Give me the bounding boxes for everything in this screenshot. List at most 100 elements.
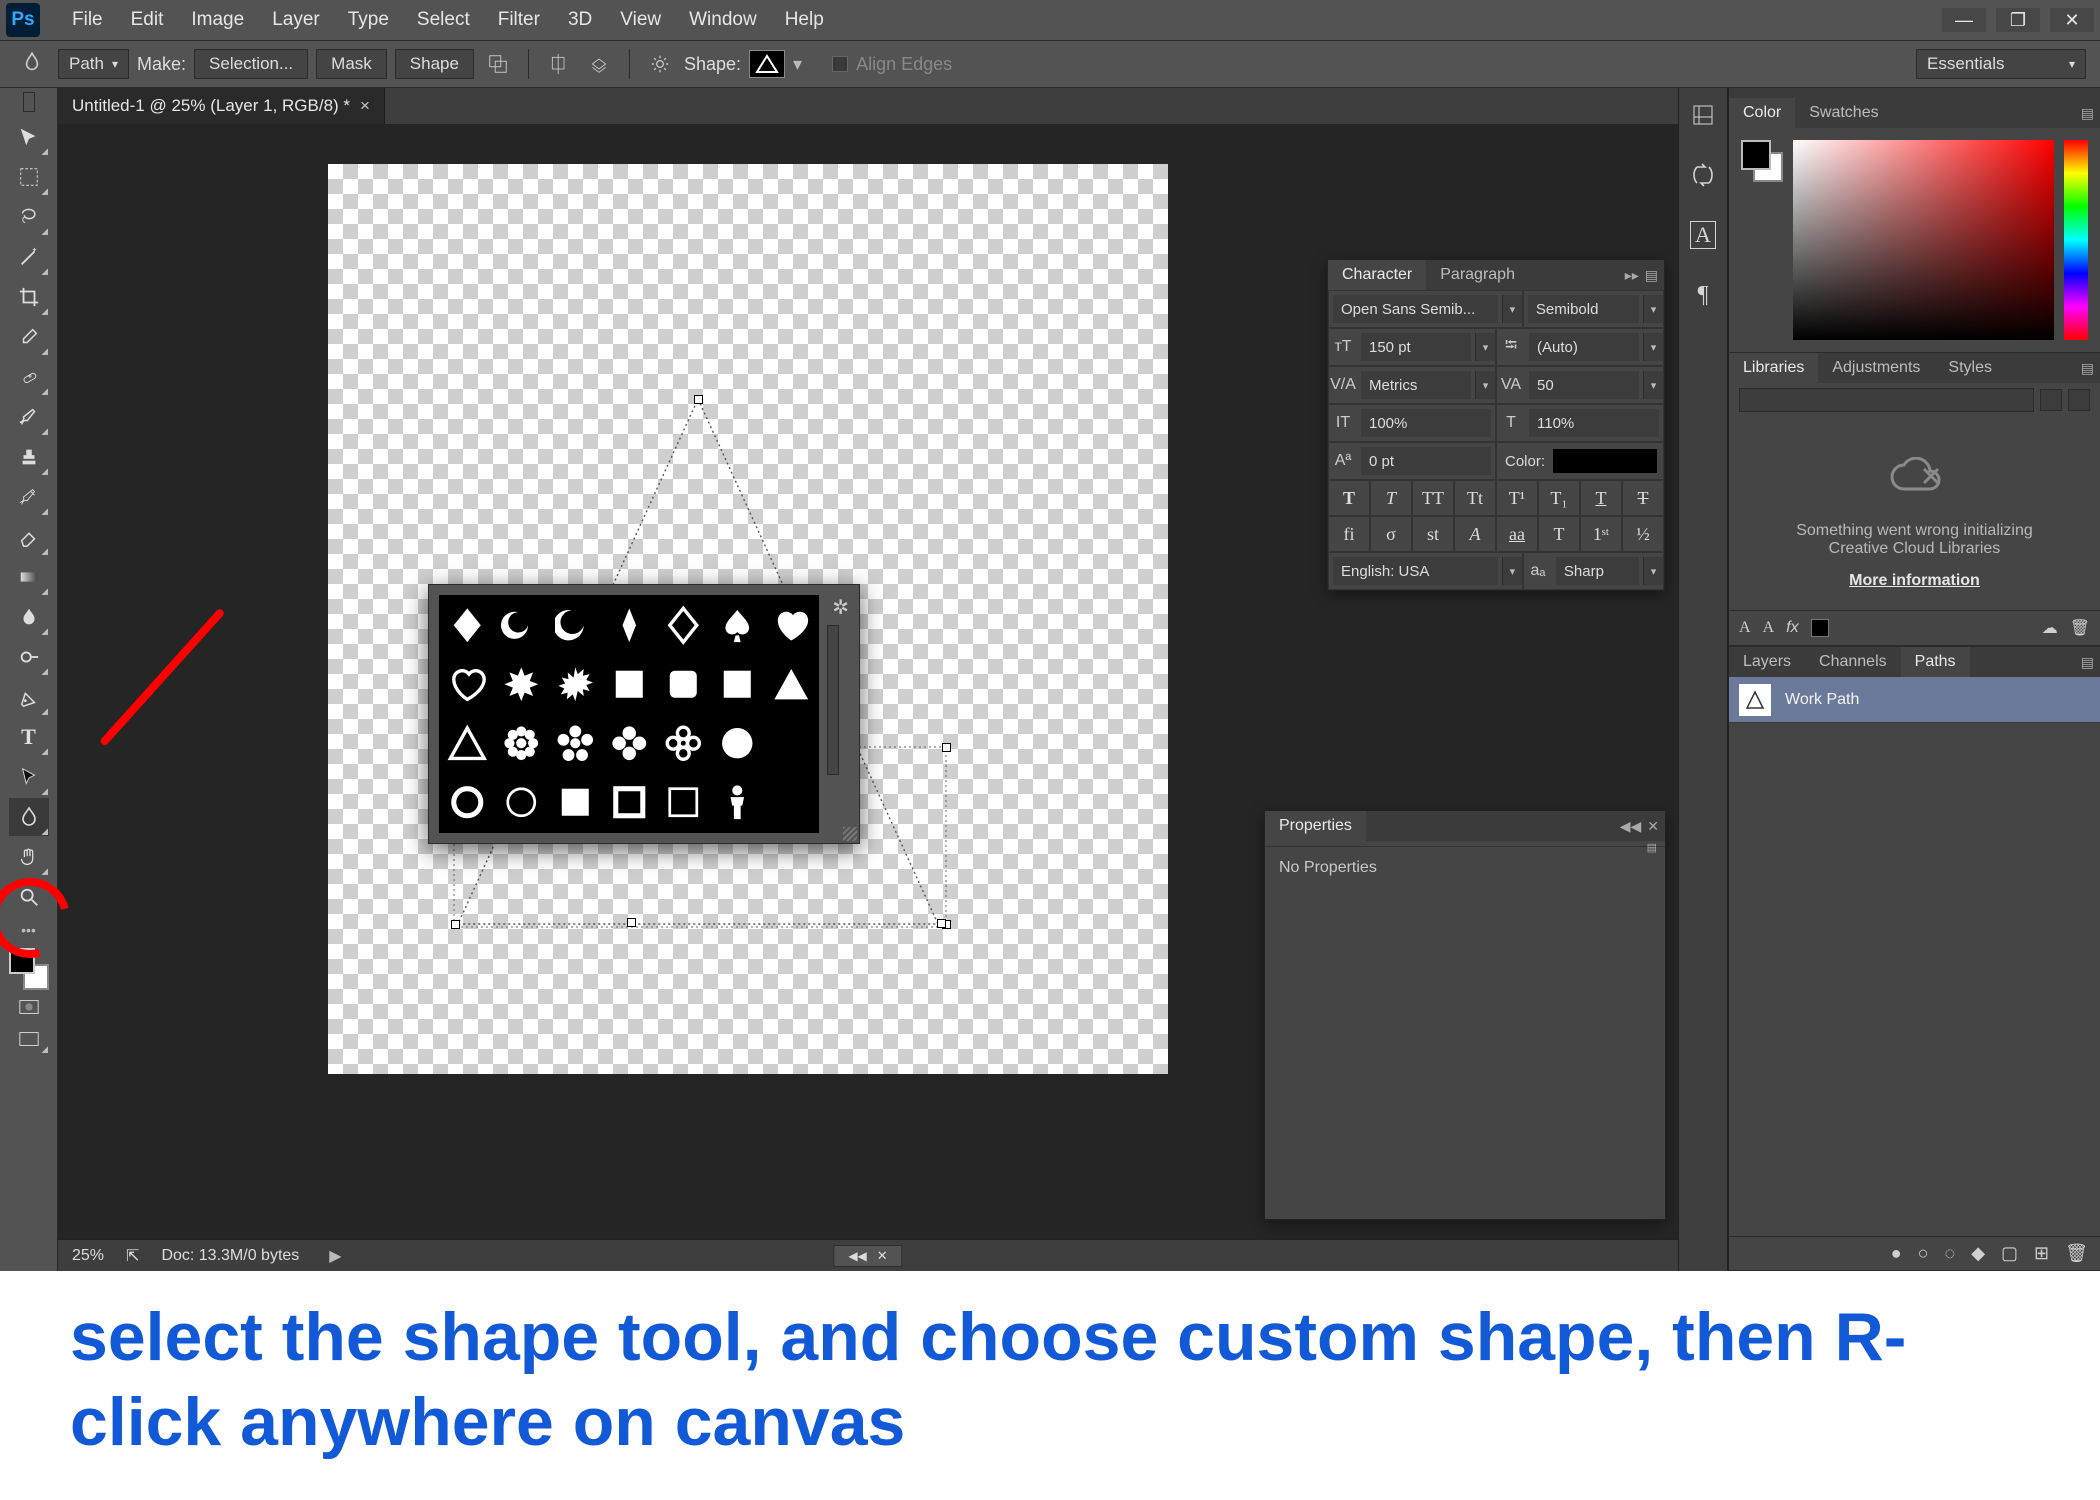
panel-collapse-icon[interactable]: ◀◀ (1620, 818, 1642, 835)
shape-picker-scrollbar[interactable] (827, 625, 839, 775)
lib-tool-a[interactable]: A (1739, 619, 1751, 637)
make-selection-button[interactable]: Selection... (194, 49, 308, 79)
tracking-field[interactable]: 50 (1529, 371, 1639, 399)
libraries-more-info-link[interactable]: More information (1849, 572, 1980, 590)
zoom-value[interactable]: 25% (72, 1247, 104, 1265)
font-style-field[interactable]: Semibold (1528, 295, 1639, 323)
hue-slider[interactable] (2064, 140, 2088, 340)
doc-info-arrow-icon[interactable]: ▶ (329, 1246, 341, 1266)
gear-icon[interactable] (644, 48, 676, 80)
strikethrough-button[interactable]: Ŧ (1622, 480, 1664, 516)
shape-burst[interactable] (495, 656, 547, 713)
minimize-button[interactable]: — (1942, 8, 1986, 32)
tab-paragraph[interactable]: Paragraph (1426, 260, 1529, 290)
lib-tool-fx[interactable]: fx (1786, 619, 1798, 637)
panel-menu-icon[interactable]: ▤ (2081, 360, 2094, 377)
menu-edit[interactable]: Edit (117, 9, 178, 31)
shape-person[interactable] (711, 774, 763, 831)
shape-crescent[interactable] (495, 597, 547, 654)
italic-button[interactable]: T (1370, 480, 1412, 516)
bold-button[interactable]: T (1328, 480, 1370, 516)
shape-square-alt[interactable] (711, 656, 763, 713)
panel-close-icon[interactable]: ✕ (1647, 818, 1659, 835)
shape-flower5[interactable] (549, 715, 601, 772)
shape-flower4[interactable] (603, 715, 655, 772)
stylistic-button[interactable]: aa (1496, 516, 1538, 552)
lib-tool-cloud-icon[interactable]: ☁ (2042, 618, 2058, 638)
brush-tool[interactable] (9, 398, 49, 436)
menu-view[interactable]: View (606, 9, 675, 31)
stroke-path-icon[interactable]: ○ (1918, 1243, 1929, 1264)
shape-square[interactable] (603, 656, 655, 713)
leading-field[interactable]: (Auto) (1529, 333, 1639, 361)
shape-frame[interactable] (603, 774, 655, 831)
arrange-icon[interactable] (583, 48, 615, 80)
document-tab[interactable]: Untitled-1 @ 25% (Layer 1, RGB/8) * × (58, 88, 385, 124)
superscript-button[interactable]: T¹ (1496, 480, 1538, 516)
tab-color[interactable]: Color (1729, 98, 1795, 128)
shape-flower8[interactable] (495, 715, 547, 772)
font-style-dropdown[interactable]: ▾ (1643, 295, 1663, 323)
shape-picker-gear-icon[interactable]: ✲ (832, 595, 849, 620)
shape-rounded-square[interactable] (657, 656, 709, 713)
path-handle[interactable] (694, 395, 703, 404)
new-path-icon[interactable]: ▢ (2001, 1243, 2018, 1264)
strip-icon-paragraph[interactable]: ¶ (1686, 278, 1720, 312)
subscript-button[interactable]: T₁ (1538, 480, 1580, 516)
fractions-button[interactable]: ½ (1622, 516, 1664, 552)
hscale-field[interactable]: 110% (1529, 409, 1659, 437)
menu-file[interactable]: File (58, 9, 117, 31)
shape-preview[interactable] (749, 50, 785, 78)
tool-mode-dropdown[interactable]: Path▾ (58, 49, 129, 79)
path-handle[interactable] (937, 919, 946, 928)
shape-thin-diamond[interactable] (603, 597, 655, 654)
shape-spade[interactable] (711, 597, 763, 654)
language-field[interactable]: English: USA (1333, 557, 1498, 585)
shape-dropdown-caret[interactable]: ▾ (793, 54, 802, 75)
stamp-tool[interactable] (9, 438, 49, 476)
path-select-tool[interactable] (9, 758, 49, 796)
path-handle[interactable] (451, 920, 460, 929)
vscale-field[interactable]: 100% (1361, 409, 1491, 437)
tab-styles[interactable]: Styles (1934, 353, 2006, 383)
titling-button[interactable]: T (1538, 516, 1580, 552)
path-ops-icon[interactable] (482, 48, 514, 80)
panel-menu-icon[interactable]: ▤ (1647, 841, 1657, 846)
path-to-mask-icon[interactable]: ◆ (1971, 1243, 1985, 1264)
shape-heart-outline[interactable] (441, 656, 493, 713)
libraries-dropdown[interactable] (1739, 388, 2034, 412)
strip-icon-character[interactable]: A (1686, 218, 1720, 252)
color-field[interactable] (1793, 140, 2054, 340)
tab-swatches[interactable]: Swatches (1795, 98, 1892, 128)
maximize-button[interactable]: ❐ (1996, 8, 2040, 32)
leading-dropdown[interactable]: ▾ (1643, 333, 1663, 361)
ordinals-button[interactable]: 1ˢᵗ (1580, 516, 1622, 552)
discretionary-button[interactable]: st (1412, 516, 1454, 552)
dodge-tool[interactable] (9, 638, 49, 676)
lib-tool-trash-icon[interactable]: 🗑 (2070, 618, 2090, 638)
tab-channels[interactable]: Channels (1805, 647, 1901, 677)
lasso-tool[interactable] (9, 198, 49, 236)
custom-shape-tool[interactable] (9, 798, 49, 836)
selection-from-path-icon[interactable]: ◌ (1944, 1243, 1955, 1264)
path-handle[interactable] (942, 743, 951, 752)
shape-flower-outline[interactable] (657, 715, 709, 772)
tab-layers[interactable]: Layers (1729, 647, 1805, 677)
underline-button[interactable]: T (1580, 480, 1622, 516)
panel-collapsed-3d[interactable]: ◀◀ ✕ (833, 1245, 902, 1267)
menu-layer[interactable]: Layer (258, 9, 334, 31)
shape-ring-thin[interactable] (495, 774, 547, 831)
hand-tool[interactable] (9, 838, 49, 876)
lib-tool-a2[interactable]: A (1763, 619, 1775, 637)
menu-filter[interactable]: Filter (484, 9, 554, 31)
fill-path-icon[interactable]: ● (1891, 1243, 1902, 1264)
type-tool[interactable]: T (9, 718, 49, 756)
shape-outline-diamond[interactable] (657, 597, 709, 654)
shape-square-fill[interactable] (549, 774, 601, 831)
menu-image[interactable]: Image (177, 9, 258, 31)
magic-wand-tool[interactable] (9, 238, 49, 276)
shape-ring[interactable] (441, 774, 493, 831)
eyedropper-tool[interactable] (9, 318, 49, 356)
healing-tool[interactable] (9, 358, 49, 396)
shape-triangle-outline[interactable] (441, 715, 493, 772)
